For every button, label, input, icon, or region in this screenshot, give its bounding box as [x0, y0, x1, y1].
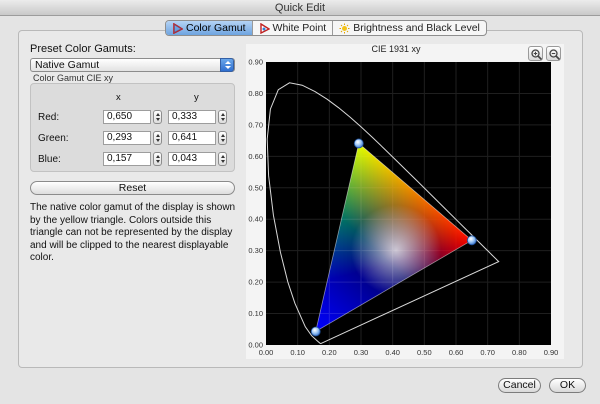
x-tick-label: 0.50 [417, 348, 432, 357]
preset-selected-value: Native Gamut [35, 59, 100, 71]
blue-primary-handle[interactable] [310, 326, 321, 337]
green-y-field[interactable]: 0,641 [168, 131, 216, 145]
tab-brightness[interactable]: Brightness and Black Level [333, 21, 486, 35]
green-y-stepper[interactable] [218, 131, 227, 145]
x-tick-label: 0.10 [290, 348, 305, 357]
row-label-blue: Blue: [38, 154, 61, 165]
y-tick-label: 0.30 [248, 246, 263, 255]
preset-label: Preset Color Gamuts: [30, 43, 136, 55]
cancel-button[interactable]: Cancel [498, 378, 541, 393]
popup-arrows-icon [220, 58, 234, 72]
blue-y-field[interactable]: 0,043 [168, 152, 216, 166]
x-tick-label: 0.80 [512, 348, 527, 357]
x-tick-label: 0.20 [322, 348, 337, 357]
cie-plot-panel: CIE 1931 xy 0.00 0.10 0.20 0.30 0.40 0.5… [246, 44, 564, 359]
gamut-description: The native color gamut of the display is… [30, 202, 236, 263]
y-tick-label: 0.40 [248, 215, 263, 224]
gamut-group: x y Red: 0,650 0,333 Green: 0,293 0,641 … [30, 83, 235, 172]
preset-gamut-select[interactable]: Native Gamut [30, 58, 235, 72]
red-primary-handle[interactable] [466, 235, 477, 246]
red-y-field[interactable]: 0,333 [168, 110, 216, 124]
blue-x-stepper[interactable] [153, 152, 162, 166]
row-label-red: Red: [38, 112, 60, 123]
y-tick-label: 0.80 [248, 89, 263, 98]
window-title: Quick Edit [0, 0, 600, 16]
row-label-green: Green: [38, 133, 69, 144]
tab-label: Color Gamut [186, 22, 246, 34]
quick-edit-window: Quick Edit Color Gamut White Point Brigh… [0, 0, 600, 404]
column-header-x: x [116, 92, 121, 103]
tab-color-gamut[interactable]: Color Gamut [166, 21, 253, 35]
cie-chart: 0.00 0.10 0.20 0.30 0.40 0.50 0.60 0.70 0.80 0.90… [248, 58, 559, 358]
tab-label: White Point [272, 22, 327, 34]
y-tick-label: 0.50 [248, 183, 263, 192]
reset-button[interactable]: Reset [30, 181, 235, 195]
y-tick-label: 0.10 [248, 309, 263, 318]
tab-bar: Color Gamut White Point Brightness and B… [165, 20, 487, 36]
green-x-field[interactable]: 0,293 [103, 131, 151, 145]
white-point-icon [259, 22, 270, 34]
ok-button[interactable]: OK [549, 378, 586, 393]
tab-label: Brightness and Black Level [353, 22, 480, 34]
y-tick-label: 0.00 [248, 341, 263, 350]
x-tick-label: 0.40 [385, 348, 400, 357]
tab-white-point[interactable]: White Point [253, 21, 334, 35]
red-x-field[interactable]: 0,650 [103, 110, 151, 124]
blue-y-stepper[interactable] [218, 152, 227, 166]
gamut-icon [173, 22, 183, 34]
column-header-y: y [194, 92, 199, 103]
red-y-stepper[interactable] [218, 110, 227, 124]
x-tick-label: 0.90 [544, 348, 559, 357]
y-tick-label: 0.60 [248, 152, 263, 161]
x-tick-label: 0.60 [449, 348, 464, 357]
green-primary-handle[interactable] [353, 138, 364, 149]
brightness-icon [339, 23, 350, 33]
y-tick-label: 0.70 [248, 120, 263, 129]
blue-x-field[interactable]: 0,157 [103, 152, 151, 166]
green-x-stepper[interactable] [153, 131, 162, 145]
y-tick-label: 0.90 [248, 58, 263, 67]
gamut-group-title: Color Gamut CIE xy [33, 73, 114, 83]
x-tick-label: 0.70 [480, 348, 495, 357]
x-tick-label: 0.30 [354, 348, 369, 357]
y-tick-label: 0.20 [248, 278, 263, 287]
red-x-stepper[interactable] [153, 110, 162, 124]
